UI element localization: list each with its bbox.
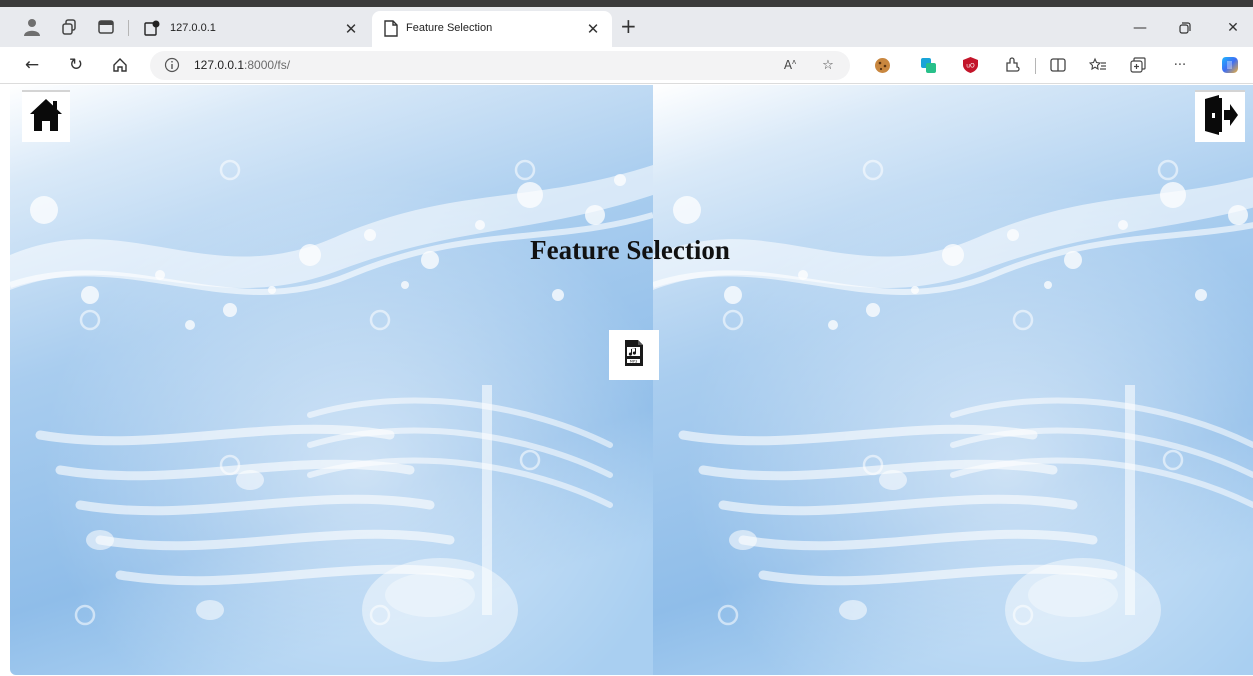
- info-icon[interactable]: [164, 57, 181, 74]
- tab-strip-divider: [128, 20, 129, 36]
- url-text: 127.0.0.1:8000/fs/: [194, 58, 290, 72]
- translate-extension-icon[interactable]: [918, 55, 938, 75]
- address-bar[interactable]: 127.0.0.1:8000/fs/: [150, 51, 850, 80]
- refresh-icon[interactable]: ↻: [64, 53, 88, 77]
- home-browser-icon[interactable]: [108, 53, 132, 77]
- background-image-right: [653, 85, 1253, 675]
- tab-feature-selection[interactable]: Feature Selection ✕: [372, 11, 612, 47]
- tab-title: 127.0.0.1: [170, 22, 216, 34]
- background-image-left: [10, 85, 653, 675]
- close-icon[interactable]: ✕: [342, 20, 360, 38]
- restore-icon[interactable]: [1170, 17, 1200, 39]
- close-window-icon[interactable]: ✕: [1218, 17, 1248, 39]
- audio-file-icon: MP3: [623, 339, 645, 371]
- svg-text:MP3: MP3: [630, 359, 638, 363]
- favorites-icon[interactable]: [1088, 55, 1108, 75]
- url-host: 127.0.0.1: [194, 58, 245, 72]
- collections-icon[interactable]: [1128, 55, 1148, 75]
- page-icon: [384, 20, 402, 38]
- audio-file-button[interactable]: MP3: [609, 330, 659, 380]
- home-icon: [29, 97, 63, 137]
- page-title: Feature Selection: [530, 235, 730, 265]
- home-button[interactable]: [22, 90, 70, 142]
- logout-button[interactable]: [1195, 90, 1245, 142]
- site-icon: [144, 20, 162, 38]
- address-row: ← ↻ 127.0.0.1:8000/fs/ Aʌ ☆ uO ···: [0, 47, 1253, 84]
- more-options-icon[interactable]: ···: [1170, 55, 1190, 75]
- split-screen-icon[interactable]: [1048, 55, 1068, 75]
- copilot-icon[interactable]: [1220, 55, 1240, 75]
- page-viewport: Feature Selection MP3: [10, 85, 1253, 675]
- back-icon[interactable]: ←: [20, 53, 44, 77]
- cookie-extension-icon[interactable]: [872, 55, 892, 75]
- toolbar-divider: [1035, 58, 1036, 74]
- tab-actions-icon[interactable]: [96, 17, 116, 37]
- tab-localhost[interactable]: 127.0.0.1 ✕: [138, 11, 370, 47]
- tab-title: Feature Selection: [406, 22, 493, 34]
- extensions-icon[interactable]: [1002, 55, 1022, 75]
- new-tab-button[interactable]: +: [620, 16, 637, 36]
- logout-icon: [1202, 95, 1238, 139]
- url-path: :8000/fs/: [244, 58, 291, 72]
- profile-icon[interactable]: [22, 17, 42, 37]
- close-icon[interactable]: ✕: [584, 20, 602, 38]
- read-aloud-icon[interactable]: Aʌ: [780, 55, 800, 75]
- svg-text:uO: uO: [966, 63, 975, 70]
- ublock-extension-icon[interactable]: uO: [960, 55, 980, 75]
- workspaces-icon[interactable]: [60, 17, 80, 37]
- tab-strip: 127.0.0.1 ✕ Feature Selection ✕ + — ✕: [0, 7, 1253, 47]
- minimize-icon[interactable]: —: [1125, 17, 1155, 39]
- favorite-star-icon[interactable]: ☆: [818, 55, 838, 75]
- window-top-edge: [0, 0, 1253, 7]
- browser-window: 127.0.0.1 ✕ Feature Selection ✕ + — ✕ ← …: [0, 0, 1253, 676]
